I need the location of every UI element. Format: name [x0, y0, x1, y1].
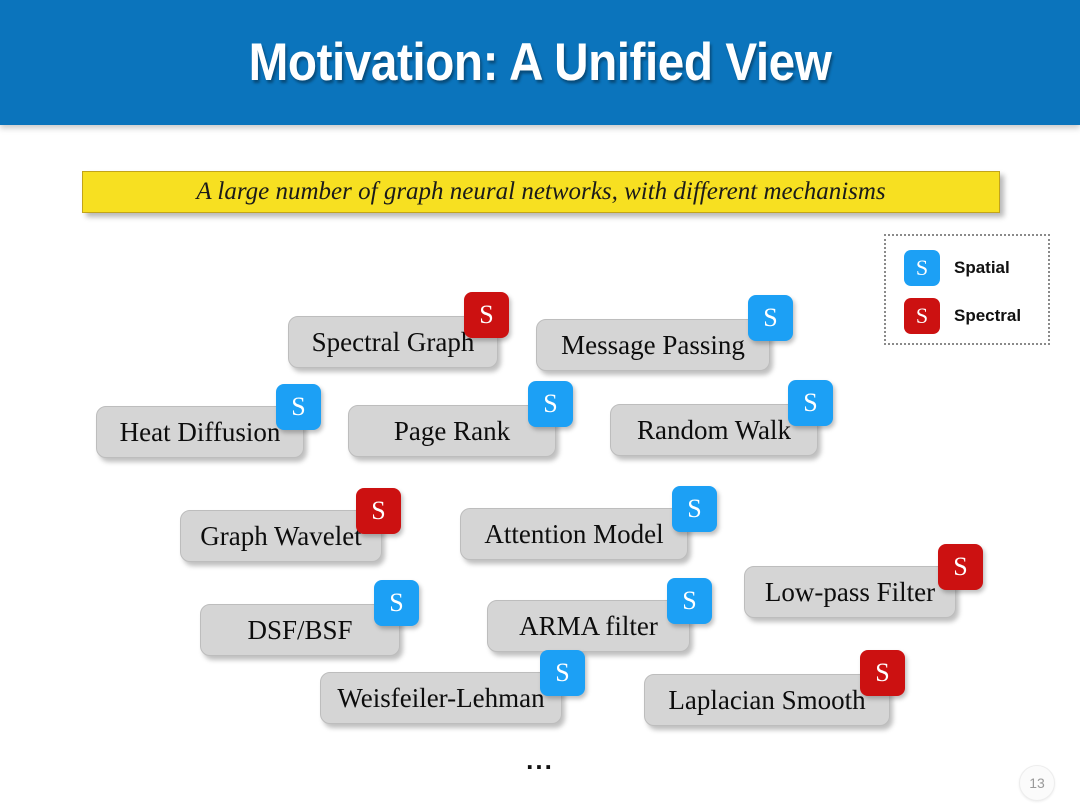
- node-label: Graph Wavelet: [200, 520, 362, 551]
- node-item: Spectral Graph S: [288, 292, 509, 368]
- node-box: Page Rank: [348, 405, 556, 457]
- spatial-badge-icon: S: [667, 578, 712, 624]
- node-label: Attention Model: [484, 518, 664, 549]
- node-item: Page Rank S: [348, 381, 573, 457]
- node-label: Laplacian Smooth: [668, 684, 866, 715]
- node-item: Heat Diffusion S: [96, 384, 321, 458]
- spatial-badge-icon: S: [528, 381, 573, 427]
- spatial-badge-icon: S: [788, 380, 833, 426]
- node-label: Weisfeiler-Lehman: [337, 682, 545, 713]
- node-box: ARMA filter: [487, 600, 690, 652]
- node-item: Graph Wavelet S: [180, 488, 401, 562]
- node-box: Graph Wavelet: [180, 510, 382, 562]
- node-box: Laplacian Smooth: [644, 674, 890, 726]
- node-item: Low-pass Filter S: [744, 544, 983, 618]
- ellipsis-more-indicator: ...: [526, 745, 554, 775]
- spectral-badge-icon: S: [860, 650, 905, 696]
- spatial-badge-icon: S: [276, 384, 321, 430]
- node-item: ARMA filter S: [487, 578, 712, 652]
- node-box: Heat Diffusion: [96, 406, 304, 458]
- node-box: Low-pass Filter: [744, 566, 956, 618]
- node-item: Laplacian Smooth S: [644, 650, 905, 726]
- node-item: DSF/BSF S: [200, 580, 419, 656]
- node-item: Random Walk S: [610, 380, 833, 456]
- spatial-badge-icon: S: [374, 580, 419, 626]
- spectral-badge-icon: S: [464, 292, 509, 338]
- node-box: Attention Model: [460, 508, 688, 560]
- node-box: Weisfeiler-Lehman: [320, 672, 562, 724]
- node-item: Message Passing S: [536, 295, 793, 371]
- node-item: Weisfeiler-Lehman S: [320, 650, 585, 724]
- node-graph-area: Spectral Graph S Message Passing S Heat Diff…: [0, 0, 1080, 809]
- node-label: Low-pass Filter: [764, 576, 936, 607]
- node-box: Random Walk: [610, 404, 818, 456]
- node-label: Page Rank: [393, 415, 511, 446]
- node-label: Random Walk: [636, 414, 792, 445]
- node-label: Message Passing: [561, 329, 745, 360]
- spatial-badge-icon: S: [672, 486, 717, 532]
- node-label: Spectral Graph: [311, 326, 475, 357]
- spatial-badge-icon: S: [540, 650, 585, 696]
- node-label: ARMA filter: [519, 610, 658, 641]
- node-label: Heat Diffusion: [119, 416, 281, 447]
- node-box: DSF/BSF: [200, 604, 400, 656]
- spectral-badge-icon: S: [356, 488, 401, 534]
- node-item: Attention Model S: [460, 486, 717, 560]
- node-label: DSF/BSF: [247, 614, 353, 645]
- page-number-badge: 13: [1019, 765, 1055, 801]
- spectral-badge-icon: S: [938, 544, 983, 590]
- spatial-badge-icon: S: [748, 295, 793, 341]
- node-box: Message Passing: [536, 319, 770, 371]
